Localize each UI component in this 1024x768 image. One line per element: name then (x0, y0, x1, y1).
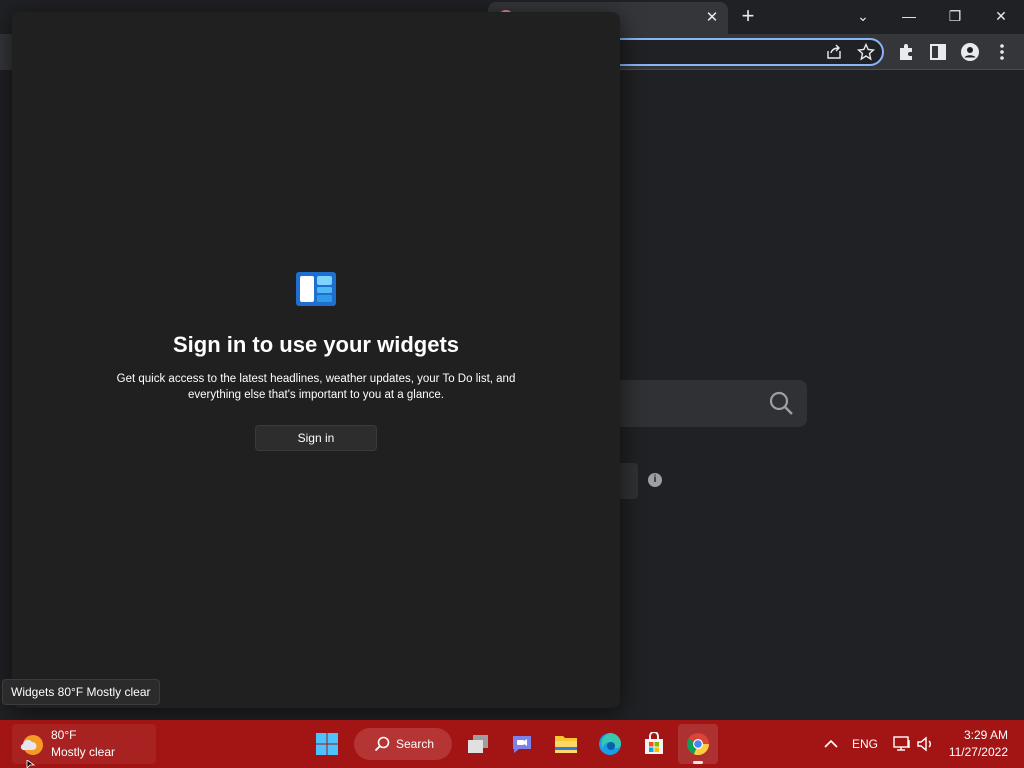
search-icon (374, 736, 390, 752)
windows-logo-icon (316, 733, 338, 755)
new-tab-button[interactable]: + (736, 4, 760, 28)
sign-in-button[interactable]: Sign in (255, 425, 377, 451)
restore-button[interactable]: ❐ (933, 2, 977, 30)
task-view-icon (468, 735, 488, 753)
window-close-button[interactable]: ✕ (979, 2, 1023, 30)
task-view-button[interactable] (458, 724, 498, 764)
language-indicator[interactable]: ENG (852, 732, 878, 756)
weather-widget-button[interactable]: 80°F Mostly clear (12, 724, 156, 764)
taskbar: 80°F Mostly clear Search ENG 3:29 AM 11/… (0, 720, 1024, 768)
folder-icon (555, 736, 577, 753)
widgets-title: Sign in to use your widgets (172, 332, 460, 357)
file-explorer-button[interactable] (546, 724, 586, 764)
chrome-browser-icon (686, 733, 710, 756)
teams-chat-icon (513, 736, 531, 753)
minimize-button[interactable]: — (887, 2, 931, 30)
tab-search-button[interactable]: ⌄ (841, 2, 885, 30)
extensions-puzzle-icon[interactable] (896, 42, 916, 62)
mouse-cursor-icon (26, 760, 36, 768)
weather-condition: Mostly clear (51, 745, 116, 759)
profile-avatar-icon[interactable] (960, 42, 980, 62)
moon-cloud-icon (20, 735, 43, 755)
widgets-description: Get quick access to the latest headlines… (116, 373, 516, 401)
chevron-up-icon[interactable] (821, 734, 841, 754)
edge-button[interactable] (590, 724, 630, 764)
chrome-menu-icon[interactable] (992, 42, 1012, 62)
volume-icon[interactable] (916, 734, 936, 754)
start-button[interactable] (307, 724, 347, 764)
widgets-logo-icon (296, 272, 336, 306)
weather-temperature: 80°F (51, 728, 77, 742)
info-icon[interactable]: i (648, 473, 662, 487)
network-icon[interactable] (892, 734, 912, 754)
widgets-tooltip: Widgets 80°F Mostly clear (2, 679, 160, 705)
microsoft-store-button[interactable] (634, 724, 674, 764)
widgets-panel: Sign in to use your widgets Get quick ac… (12, 12, 620, 708)
search-icon[interactable] (768, 390, 794, 416)
active-app-indicator (693, 761, 703, 764)
teams-chat-button[interactable] (502, 724, 542, 764)
bookmark-star-icon[interactable] (857, 43, 875, 61)
tab-close-button[interactable]: ✕ (702, 8, 722, 28)
share-icon[interactable] (825, 43, 843, 61)
taskbar-search-button[interactable]: Search (354, 728, 452, 760)
clock-time[interactable]: 3:29 AM (964, 728, 1008, 742)
edge-browser-icon (599, 733, 621, 755)
back-button[interactable] (0, 36, 12, 70)
chrome-button[interactable] (678, 724, 718, 764)
taskbar-search-label: Search (396, 737, 435, 751)
store-icon (645, 732, 663, 754)
side-panel-icon[interactable] (928, 42, 948, 62)
clock-date[interactable]: 11/27/2022 (949, 745, 1008, 759)
